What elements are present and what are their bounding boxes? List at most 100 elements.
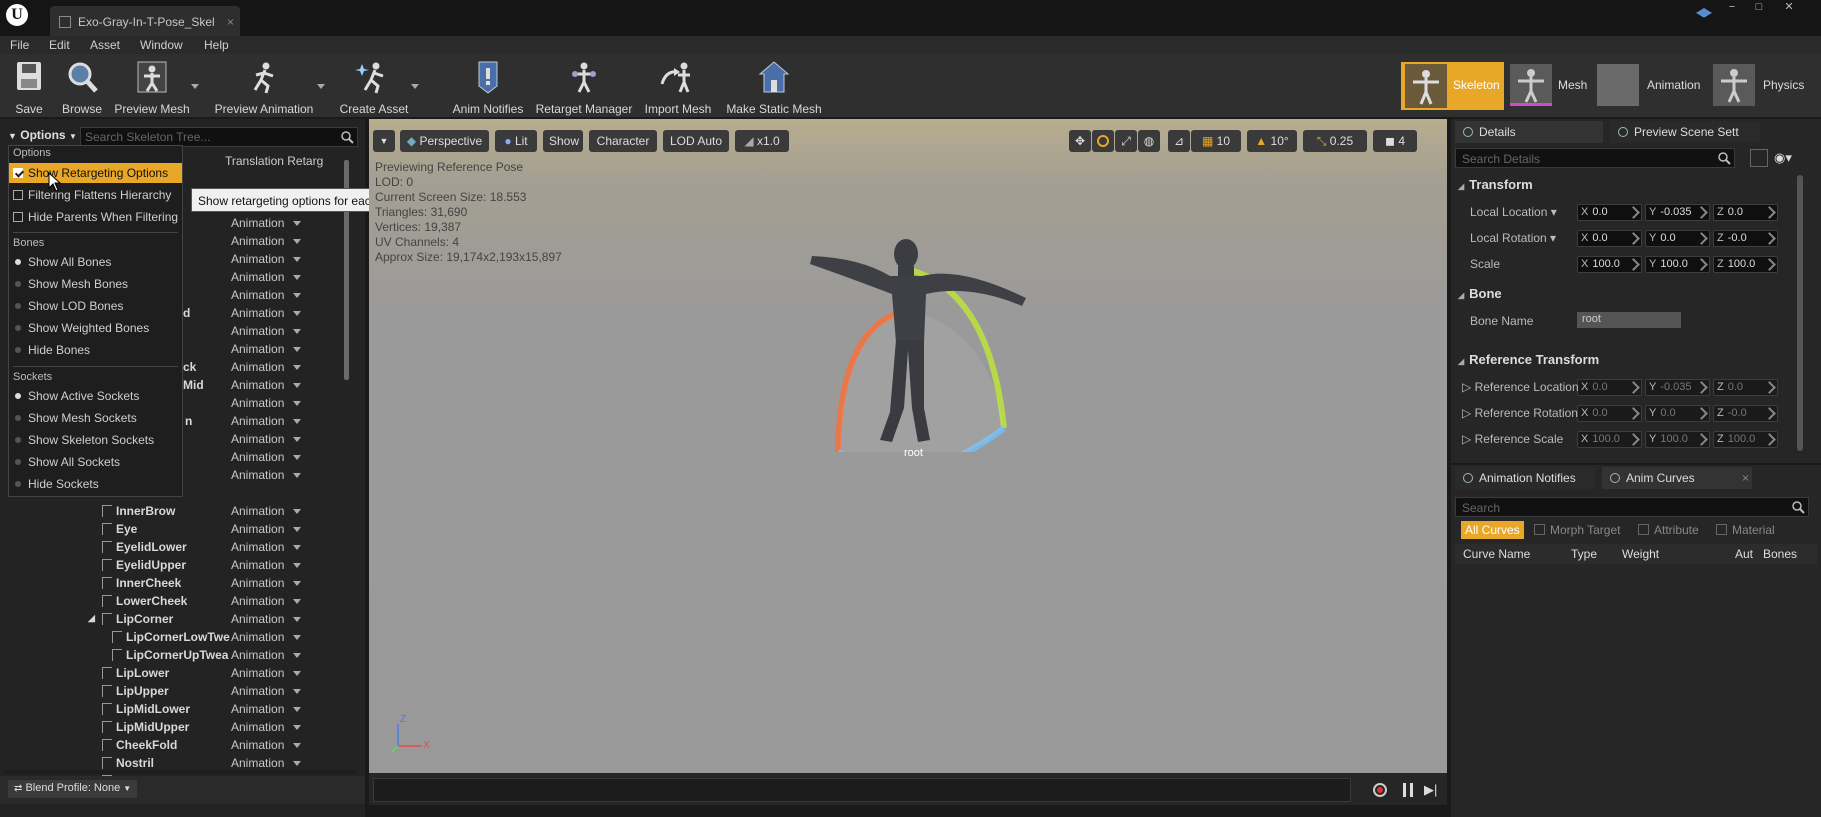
menu-item-show-mesh-sockets[interactable]: Show Mesh Sockets — [9, 408, 182, 428]
maximize-button[interactable]: □ — [1747, 0, 1771, 16]
table-row[interactable]: LowerCheek Animation — [0, 592, 340, 610]
local-rotation-y-field[interactable]: Y 0.0 — [1645, 230, 1710, 247]
timeline-scrubber[interactable] — [373, 778, 1351, 802]
retarget-mode-dropdown[interactable]: Animation — [231, 648, 302, 662]
create-asset-dropdown-icon[interactable] — [411, 84, 419, 89]
retarget-mode-dropdown[interactable]: Animation — [231, 756, 302, 770]
local-rotation-x-field[interactable]: X 0.0 — [1577, 230, 1642, 247]
col-auto[interactable]: Aut — [1735, 547, 1753, 561]
horizontal-scrollbar[interactable] — [5, 770, 355, 774]
menu-item-show-skeleton-sockets[interactable]: Show Skeleton Sockets — [9, 430, 182, 450]
retarget-mode-dropdown[interactable]: Animation — [231, 630, 302, 644]
retarget-mode-dropdown[interactable]: Animation — [231, 288, 302, 302]
menu-item-hide-bones[interactable]: Hide Bones — [9, 340, 182, 360]
scale-snap-button[interactable]: ⤡ 0.25 — [1303, 130, 1367, 152]
close-tab-icon[interactable]: × — [1742, 471, 1749, 485]
retarget-mode-dropdown[interactable]: Animation — [231, 414, 302, 428]
retarget-mode-dropdown[interactable]: Animation — [231, 738, 302, 752]
make-static-mesh-button[interactable]: Make Static Mesh — [722, 58, 826, 116]
local-rotation-label[interactable]: Local Rotation ▾ — [1470, 231, 1556, 245]
import-mesh-button[interactable]: Import Mesh — [640, 58, 716, 116]
minimize-button[interactable]: − — [1720, 0, 1744, 16]
col-bones[interactable]: Bones — [1763, 547, 1797, 561]
table-row[interactable]: ◢ LipCorner Animation — [0, 610, 340, 628]
perspective-button[interactable]: ◆ Perspective — [400, 130, 489, 152]
scale-y-field[interactable]: Y 100.0 — [1645, 256, 1710, 273]
retarget-mode-dropdown[interactable]: Animation — [231, 432, 302, 446]
retarget-mode-dropdown[interactable]: Animation — [231, 360, 302, 374]
retarget-mode-dropdown[interactable]: Animation — [231, 306, 302, 320]
playback-speed-button[interactable]: ◢ x1.0 — [735, 130, 789, 152]
attribute-checkbox[interactable] — [1638, 524, 1649, 535]
table-row[interactable]: LipCornerUpTwea Animation — [0, 646, 340, 664]
table-row[interactable]: CheekFold Animation — [0, 736, 340, 754]
table-row[interactable]: InnerBrow Animation — [0, 502, 340, 520]
search-details-input[interactable]: Search Details — [1455, 148, 1735, 168]
col-curve-name[interactable]: Curve Name — [1463, 547, 1530, 561]
table-row[interactable]: EyelidUpper Animation — [0, 556, 340, 574]
preview-animation-button[interactable]: Preview Animation — [212, 58, 316, 116]
tab-details[interactable]: Details — [1455, 121, 1603, 143]
filter-all-curves[interactable]: All Curves — [1461, 521, 1524, 539]
record-button[interactable] — [1370, 780, 1390, 800]
preview-mesh-button[interactable]: Preview Mesh — [112, 58, 192, 116]
document-tab[interactable]: Exo-Gray-In-T-Pose_Skel × — [50, 6, 240, 36]
retarget-mode-dropdown[interactable]: Animation — [231, 216, 302, 230]
retarget-mode-dropdown[interactable]: Animation — [231, 450, 302, 464]
pause-button[interactable] — [1398, 780, 1418, 800]
camera-speed-button[interactable]: ◼ 4 — [1373, 130, 1417, 152]
menu-help[interactable]: Help — [204, 36, 229, 54]
menu-item-show-weighted-bones[interactable]: Show Weighted Bones — [9, 318, 182, 338]
menu-window[interactable]: Window — [140, 36, 183, 54]
menu-file[interactable]: File — [10, 36, 29, 54]
menu-item-show-lod-bones[interactable]: Show LOD Bones — [9, 296, 182, 316]
world-local-icon[interactable]: ◍ — [1138, 130, 1160, 152]
retarget-mode-dropdown[interactable]: Animation — [231, 234, 302, 248]
menu-item-show-all-bones[interactable]: Show All Bones — [9, 252, 182, 272]
translate-icon[interactable]: ✥ — [1069, 130, 1091, 152]
col-type[interactable]: Type — [1571, 547, 1597, 561]
preview-animation-dropdown-icon[interactable] — [317, 84, 325, 89]
hide-parents-checkbox[interactable] — [13, 212, 23, 222]
surface-snap-icon[interactable]: ⊿ — [1168, 130, 1190, 152]
lod-button[interactable]: LOD Auto — [663, 130, 729, 152]
retarget-mode-dropdown[interactable]: Animation — [231, 270, 302, 284]
filter-material[interactable]: Material — [1712, 521, 1779, 539]
category-bone[interactable]: Bone — [1458, 286, 1502, 301]
property-matrix-icon[interactable] — [1750, 149, 1768, 167]
retarget-mode-dropdown[interactable]: Animation — [231, 720, 302, 734]
anim-curves-search-input[interactable]: Search — [1455, 497, 1809, 517]
menu-item-hide-parents-when-filtering[interactable]: Hide Parents When Filtering — [9, 207, 182, 227]
menu-item-filtering-flattens-hierarchy[interactable]: Filtering Flattens Hierarchy — [9, 185, 182, 205]
tab-preview-scene-settings[interactable]: Preview Scene Sett — [1610, 121, 1760, 143]
local-location-y-field[interactable]: Y -0.035 — [1645, 204, 1710, 221]
reference-location-label[interactable]: ▷ Reference Location — [1462, 380, 1579, 394]
category-reference-transform[interactable]: Reference Transform — [1458, 352, 1599, 367]
filter-attribute[interactable]: Attribute — [1634, 521, 1703, 539]
rotate-icon[interactable] — [1092, 130, 1114, 152]
local-location-x-field[interactable]: X 0.0 — [1577, 204, 1642, 221]
menu-item-show-active-sockets[interactable]: Show Active Sockets — [9, 386, 182, 406]
table-row[interactable]: Eye Animation — [0, 520, 340, 538]
menu-item-show-mesh-bones[interactable]: Show Mesh Bones — [9, 274, 182, 294]
table-row[interactable]: LipMidLower Animation — [0, 700, 340, 718]
details-scrollbar[interactable] — [1797, 175, 1803, 451]
table-row[interactable]: EyelidLower Animation — [0, 538, 340, 556]
scale-x-field[interactable]: X 100.0 — [1577, 256, 1642, 273]
expand-toggle-icon[interactable]: ◢ — [88, 613, 95, 624]
retarget-mode-dropdown[interactable]: Animation — [231, 396, 302, 410]
retarget-manager-button[interactable]: Retarget Manager — [534, 58, 634, 116]
reference-scale-label[interactable]: ▷ Reference Scale — [1462, 432, 1563, 446]
create-asset-button[interactable]: Create Asset — [336, 58, 412, 116]
local-location-label[interactable]: Local Location ▾ — [1470, 205, 1557, 219]
save-button[interactable]: Save — [4, 58, 54, 116]
filter-morph-target[interactable]: Morph Target — [1530, 521, 1624, 539]
viewport-options-button[interactable]: ▼ — [373, 130, 395, 152]
morph-target-checkbox[interactable] — [1534, 524, 1545, 535]
menu-item-show-retargeting-options[interactable]: Show Retargeting Options — [9, 163, 182, 183]
mode-skeleton-button[interactable]: Skeleton — [1401, 62, 1504, 110]
retarget-mode-dropdown[interactable]: Animation — [231, 666, 302, 680]
local-location-z-field[interactable]: Z 0.0 — [1713, 204, 1778, 221]
retarget-mode-dropdown[interactable]: Animation — [231, 702, 302, 716]
preview-mesh-dropdown-icon[interactable] — [191, 84, 199, 89]
